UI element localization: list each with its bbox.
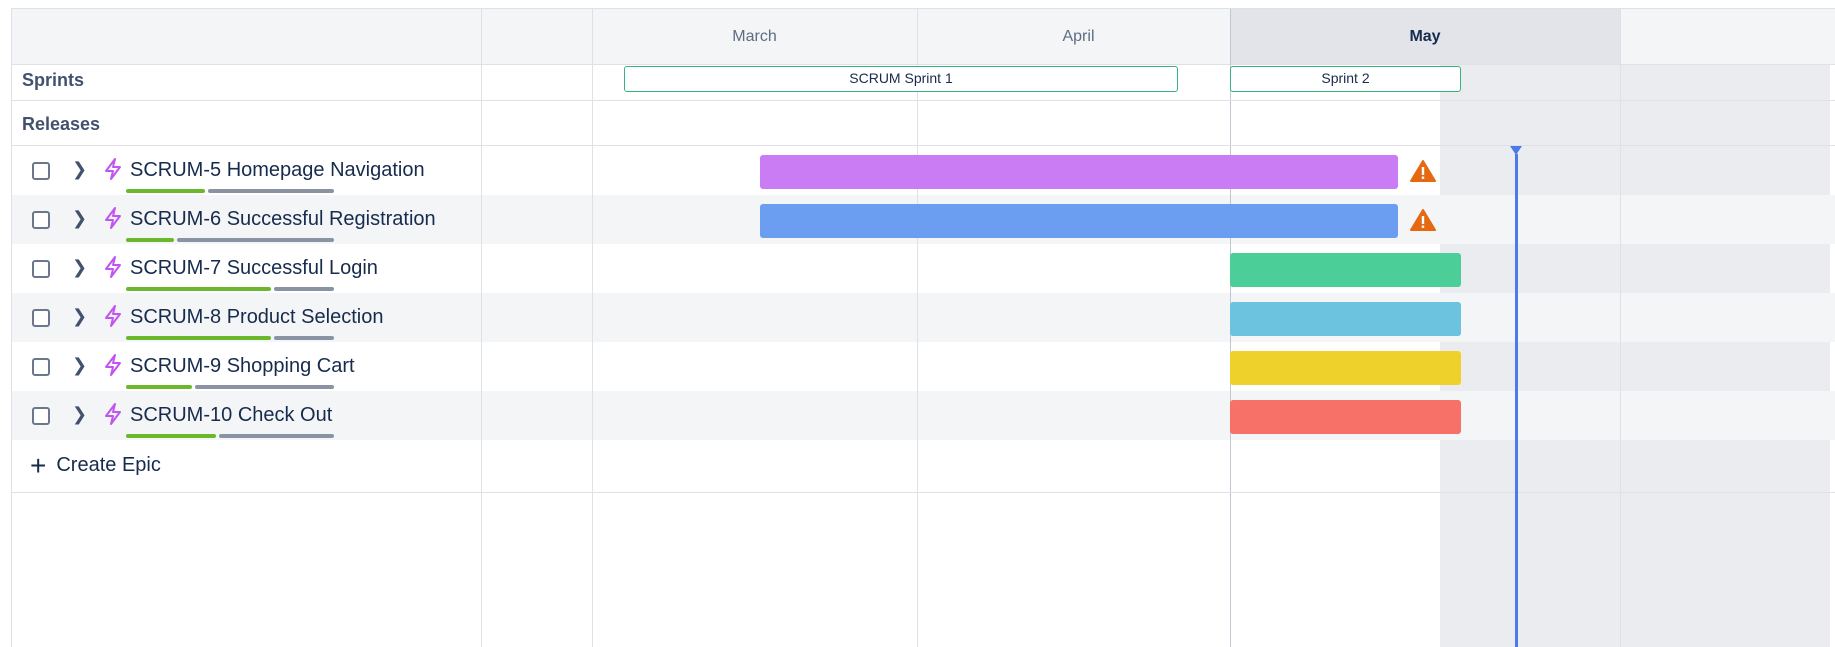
month-label-march: March — [732, 28, 777, 45]
epic-key[interactable]: SCRUM-6 — [130, 208, 221, 230]
epic-checkbox[interactable] — [32, 407, 50, 425]
epic-bar-scrum-8[interactable] — [1230, 302, 1461, 336]
timeline-header: March April May — [12, 9, 1835, 65]
epic-title[interactable]: SCRUM-5 Homepage Navigation — [130, 159, 425, 182]
epic-key[interactable]: SCRUM-8 — [130, 306, 221, 328]
epic-bar-scrum-7[interactable] — [1230, 253, 1461, 287]
epic-lightning-icon — [105, 305, 121, 327]
chevron-right-icon[interactable]: ❯ — [72, 257, 87, 278]
epic-item-scrum-5[interactable]: ❯ SCRUM-5 Homepage Navigation — [12, 146, 482, 195]
create-epic-button[interactable]: + Create Epic — [30, 449, 161, 481]
epic-checkbox[interactable] — [32, 309, 50, 327]
epic-bar-scrum-10[interactable] — [1230, 400, 1461, 434]
epic-lightning-icon — [105, 256, 121, 278]
epic-title[interactable]: SCRUM-8 Product Selection — [130, 306, 383, 329]
epic-title[interactable]: SCRUM-6 Successful Registration — [130, 208, 436, 231]
epic-lightning-icon — [105, 403, 121, 425]
progress-done-bar — [126, 385, 192, 389]
progress-todo-bar — [274, 336, 334, 340]
epic-item-scrum-9[interactable]: ❯ SCRUM-9 Shopping Cart — [12, 342, 482, 391]
epic-checkbox[interactable] — [32, 260, 50, 278]
epic-item-scrum-6[interactable]: ❯ SCRUM-6 Successful Registration — [12, 195, 482, 244]
epic-summary[interactable]: Successful Login — [227, 257, 378, 279]
progress-todo-bar — [177, 238, 334, 242]
epic-lightning-icon — [105, 158, 121, 180]
progress-todo-bar — [219, 434, 334, 438]
progress-done-bar — [126, 287, 271, 291]
epic-title[interactable]: SCRUM-10 Check Out — [130, 404, 332, 427]
epic-checkbox[interactable] — [32, 211, 50, 229]
month-label-may: May — [1230, 9, 1620, 64]
grid-divider — [592, 9, 593, 647]
epic-key[interactable]: SCRUM-10 — [130, 404, 232, 426]
epic-key[interactable]: SCRUM-9 — [130, 355, 221, 377]
today-marker-line — [1515, 154, 1518, 647]
epic-bar-scrum-6[interactable] — [760, 204, 1398, 238]
epic-summary[interactable]: Shopping Cart — [227, 355, 355, 377]
epic-checkbox[interactable] — [32, 162, 50, 180]
epic-summary[interactable]: Product Selection — [227, 306, 384, 328]
row-divider — [12, 492, 1835, 493]
epic-checkbox[interactable] — [32, 358, 50, 376]
epic-summary[interactable]: Homepage Navigation — [227, 159, 425, 181]
chevron-right-icon[interactable]: ❯ — [72, 208, 87, 229]
epic-title[interactable]: SCRUM-7 Successful Login — [130, 257, 378, 280]
epic-summary[interactable]: Successful Registration — [227, 208, 436, 230]
create-epic-label: Create Epic — [56, 454, 161, 476]
chevron-right-icon[interactable]: ❯ — [72, 404, 87, 425]
sprints-label: Sprints — [22, 70, 85, 90]
progress-done-bar — [126, 189, 205, 193]
progress-todo-bar — [208, 189, 334, 193]
progress-todo-bar — [274, 287, 334, 291]
epic-summary[interactable]: Check Out — [238, 404, 332, 426]
grid-divider — [917, 9, 918, 647]
epic-item-scrum-10[interactable]: ❯ SCRUM-10 Check Out — [12, 391, 482, 440]
epic-key[interactable]: SCRUM-7 — [130, 257, 221, 279]
timeline-view: March April May Sprints SCRUM Sprint 1 S… — [11, 8, 1835, 647]
chevron-right-icon[interactable]: ❯ — [72, 306, 87, 327]
epic-lightning-icon — [105, 354, 121, 376]
chevron-right-icon[interactable]: ❯ — [72, 159, 87, 180]
releases-label: Releases — [22, 114, 101, 134]
warning-icon[interactable] — [1410, 208, 1436, 232]
progress-done-bar — [126, 238, 174, 242]
epic-key[interactable]: SCRUM-5 — [130, 159, 221, 181]
sprint-sprint-2[interactable]: Sprint 2 — [1230, 66, 1461, 92]
row-divider — [12, 100, 1835, 101]
epic-bar-scrum-9[interactable] — [1230, 351, 1461, 385]
sprint-scrum-sprint-1[interactable]: SCRUM Sprint 1 — [624, 66, 1178, 92]
epic-item-scrum-7[interactable]: ❯ SCRUM-7 Successful Login — [12, 244, 482, 293]
progress-todo-bar — [195, 385, 334, 389]
warning-icon[interactable] — [1410, 159, 1436, 183]
today-marker-cap — [1510, 146, 1522, 155]
epic-lightning-icon — [105, 207, 121, 229]
epic-bar-scrum-5[interactable] — [760, 155, 1398, 189]
epic-item-scrum-8[interactable]: ❯ SCRUM-8 Product Selection — [12, 293, 482, 342]
progress-done-bar — [126, 434, 216, 438]
chevron-right-icon[interactable]: ❯ — [72, 355, 87, 376]
grid-divider — [1620, 9, 1621, 647]
progress-done-bar — [126, 336, 271, 340]
month-label-april: April — [1062, 28, 1095, 45]
plus-icon: + — [30, 449, 47, 481]
epic-title[interactable]: SCRUM-9 Shopping Cart — [130, 355, 355, 378]
